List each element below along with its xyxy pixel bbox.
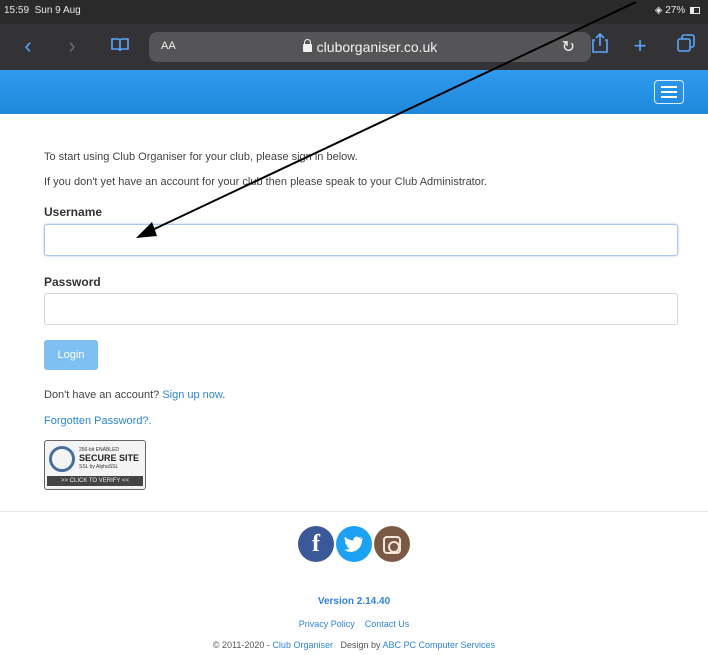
annotation-arrow <box>136 1 637 238</box>
